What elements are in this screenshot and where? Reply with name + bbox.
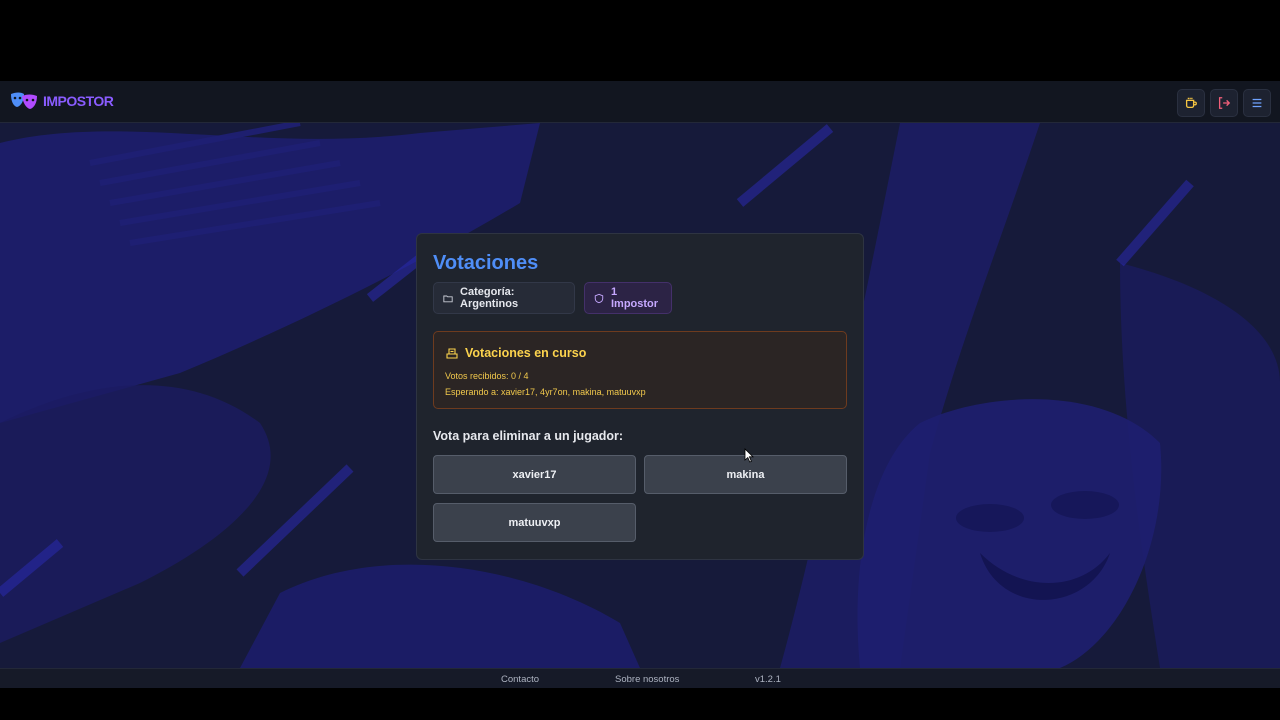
letterbox-bottom <box>0 688 1280 720</box>
waiting-players: Esperando a: xavier17, 4yr7on, makina, m… <box>445 387 646 397</box>
contact-link[interactable]: Contacto <box>501 674 539 685</box>
footer: Contacto Sobre nosotros v1.2.1 <box>0 668 1280 688</box>
mouse-cursor-icon <box>744 448 754 463</box>
page-title: Votaciones <box>433 252 539 274</box>
vote-button-xavier17[interactable]: xavier17 <box>433 455 636 494</box>
logo-text: IMPOSTOR <box>43 93 114 109</box>
folder-icon <box>443 295 453 302</box>
status-title: Votaciones en curso <box>446 346 586 360</box>
menu-icon <box>1252 98 1262 108</box>
ballot-box-icon <box>446 348 458 359</box>
menu-button[interactable] <box>1243 89 1271 117</box>
shield-icon <box>594 293 604 303</box>
voting-status-panel: Votaciones en curso Votos recibidos: 0 /… <box>433 331 847 409</box>
impostor-count-label: 1 Impostor <box>610 286 659 310</box>
theater-masks-logo-icon <box>11 92 37 109</box>
voting-card: Votaciones Categoría: Argentinos 1 Impos… <box>416 233 864 560</box>
app-header: IMPOSTOR <box>0 81 1280 123</box>
version-label: v1.2.1 <box>755 674 781 685</box>
cup-icon <box>1185 97 1197 109</box>
votes-received: Votos recibidos: 0 / 4 <box>445 371 529 381</box>
cup-button[interactable] <box>1177 89 1205 117</box>
logout-icon <box>1218 97 1231 109</box>
category-badge: Categoría: Argentinos <box>433 282 575 314</box>
letterbox-top <box>0 0 1280 81</box>
vote-prompt: Vota para eliminar a un jugador: <box>433 429 624 443</box>
impostor-count-badge: 1 Impostor <box>584 282 672 314</box>
category-label: Categoría: Argentinos <box>460 286 519 310</box>
logo[interactable]: IMPOSTOR <box>10 91 114 111</box>
logout-button[interactable] <box>1210 89 1238 117</box>
about-link[interactable]: Sobre nosotros <box>615 674 679 685</box>
vote-button-matuuvxp[interactable]: matuuvxp <box>433 503 636 542</box>
status-title-text: Votaciones en curso <box>465 346 587 360</box>
